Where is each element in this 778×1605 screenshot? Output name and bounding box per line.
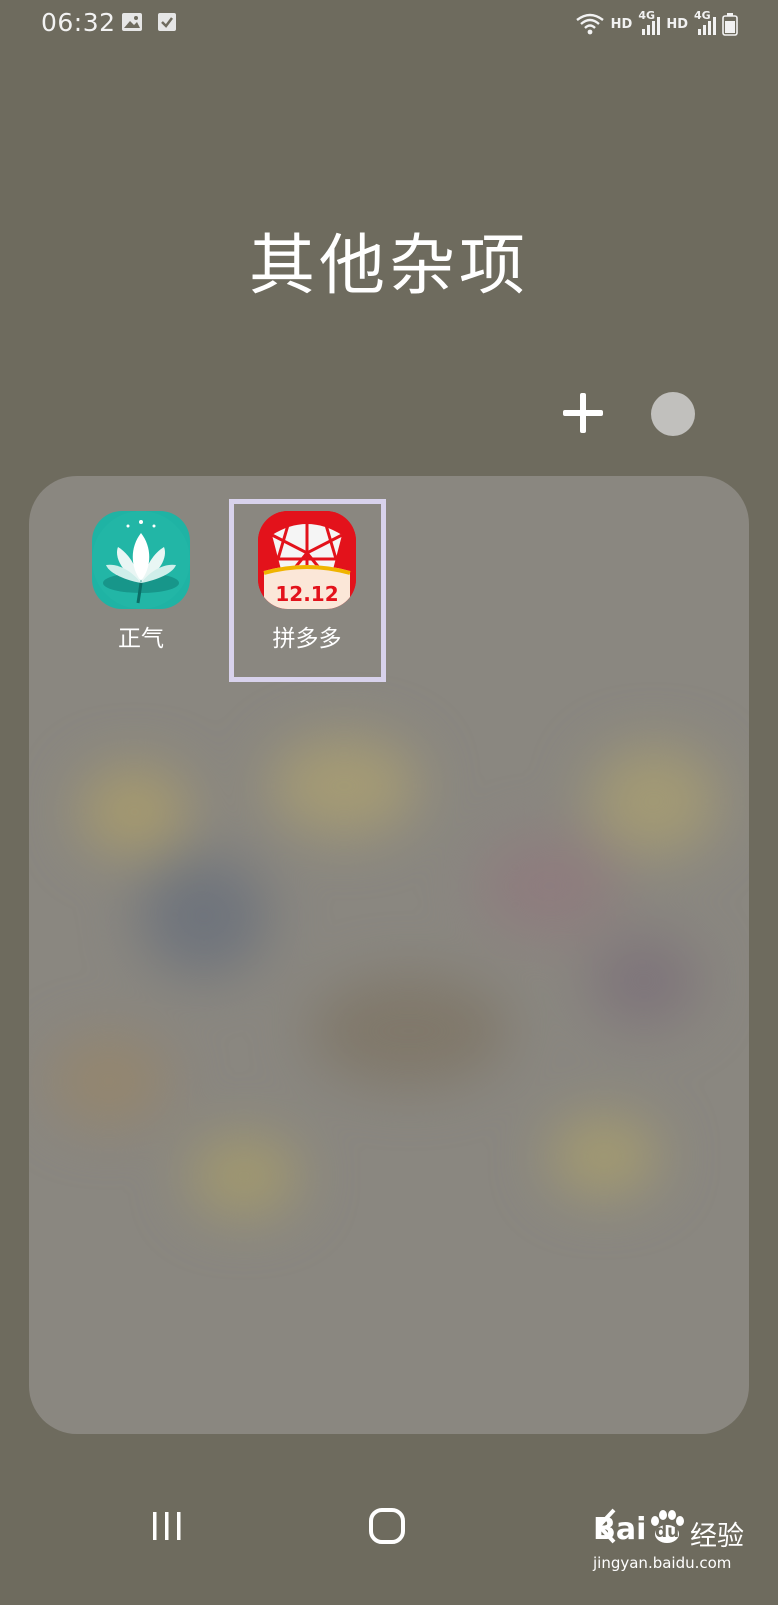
add-icon[interactable] xyxy=(560,390,606,436)
battery-icon xyxy=(722,13,738,36)
lotus-icon xyxy=(92,511,190,609)
signal-icon-1: 4G xyxy=(638,9,661,37)
signal-icon-2: 4G xyxy=(694,9,716,37)
status-right-cluster: HD 4G HD 4G xyxy=(575,8,738,40)
app-label: 正气 xyxy=(118,626,164,652)
folder-color-button[interactable] xyxy=(651,392,695,436)
status-bar: 06:32 HD 4G HD 4G xyxy=(0,0,778,48)
hd-label-1: HD xyxy=(610,16,633,32)
wifi-icon xyxy=(575,13,604,35)
status-time: 06:32 xyxy=(41,8,116,37)
folder-title[interactable]: 其他杂项 xyxy=(0,212,778,308)
image-icon xyxy=(122,13,142,31)
pinduoduo-icon: 12.12 xyxy=(258,511,356,609)
hd-label-2: HD xyxy=(666,16,688,32)
app-pinduoduo[interactable]: 12.12 拼多多 xyxy=(242,511,372,653)
watermark-jingyan: 经验 xyxy=(690,1521,744,1552)
recents-icon[interactable] xyxy=(150,1509,184,1543)
home-icon[interactable] xyxy=(368,1507,406,1545)
baidu-watermark: Bai du 经验 jingyan.baidu.com xyxy=(593,1510,763,1592)
watermark-bai: Bai xyxy=(593,1512,647,1547)
app-zhengqi[interactable]: 正气 xyxy=(76,511,206,653)
app-label: 拼多多 xyxy=(272,626,342,652)
checkbox-icon xyxy=(158,13,176,31)
watermark-url: jingyan.baidu.com xyxy=(593,1554,732,1572)
pdd-badge-text: 12.12 xyxy=(275,582,338,606)
watermark-du: du xyxy=(655,1522,680,1542)
